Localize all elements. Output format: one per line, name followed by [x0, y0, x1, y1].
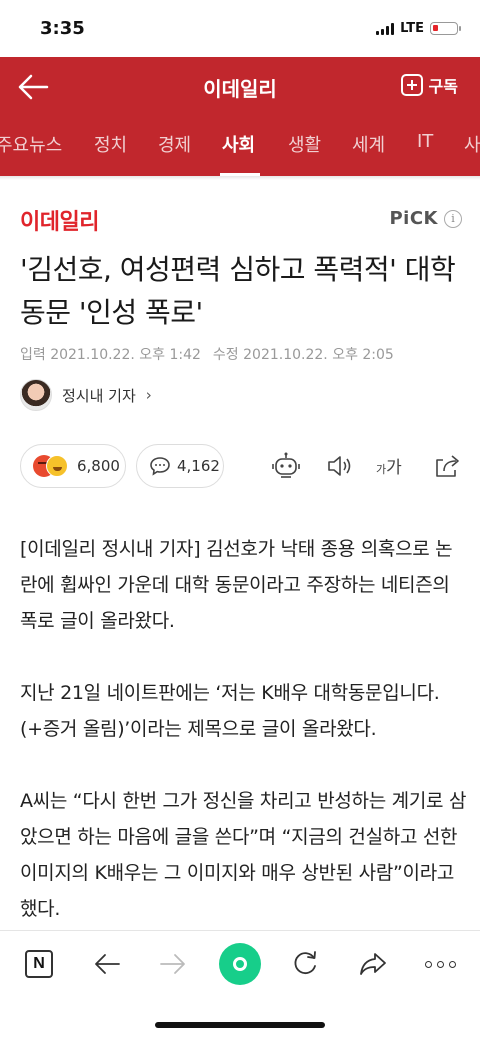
tab-it[interactable]: IT: [417, 131, 433, 152]
back-button[interactable]: [16, 71, 50, 103]
home-indicator: [155, 1022, 325, 1028]
pick-label: PiCK: [389, 208, 438, 229]
subscribe-label: 구독: [428, 77, 458, 96]
tab-main-news[interactable]: 주요뉴스: [0, 131, 62, 157]
article-paragraph: A씨는 “다시 한번 그가 정신을 차리고 반성하는 계기로 삼았으면 하는 마…: [20, 790, 467, 920]
comment-count: 4,162: [177, 457, 220, 475]
back-arrow-icon: [18, 74, 49, 100]
refresh-icon: [294, 951, 316, 975]
article-dates: 입력 2021.10.22. 오후 1:42 수정 2021.10.22. 오후…: [20, 344, 394, 364]
reaction-emoji-icons: [33, 455, 69, 477]
share-button[interactable]: [432, 452, 462, 480]
article-paragraph: 지난 21일 네이트판에는 ‘저는 K배우 대학동문입니다.(+증거 올림)’이…: [20, 682, 440, 740]
naver-n-icon: N: [25, 950, 53, 978]
robot-icon: [272, 452, 300, 478]
tab-society[interactable]: 사회: [222, 131, 255, 157]
tab-economy[interactable]: 경제: [158, 131, 191, 157]
status-bar: 3:35 LTE: [0, 0, 480, 57]
tts-robot-button[interactable]: [271, 452, 301, 480]
press-logo[interactable]: 이데일리: [20, 204, 99, 236]
comment-icon: [150, 457, 170, 476]
status-indicators: LTE: [376, 21, 461, 36]
article-paragraph: [이데일리 정시내 기자] 김선호가 낙태 종용 의혹으로 논란에 휩싸인 가운…: [20, 538, 453, 632]
forward-arrow-icon: [160, 954, 185, 974]
network-label: LTE: [400, 21, 424, 36]
category-tabs: 주요뉴스 정치 경제 사회 생활 세계 IT 사: [0, 117, 480, 176]
browser-back-button[interactable]: [90, 947, 124, 981]
speaker-icon: [328, 456, 351, 476]
app-header: 이데일리 구독: [0, 57, 480, 117]
tab-partial[interactable]: 사: [464, 131, 480, 157]
share-icon: [436, 455, 459, 477]
font-size-button[interactable]: 가가: [376, 453, 402, 478]
green-dot-button[interactable]: [219, 943, 261, 985]
green-dot-icon: [233, 957, 247, 971]
reporter-link[interactable]: 정시내 기자 ›: [20, 379, 152, 411]
modified-date: 수정 2021.10.22. 오후 2:05: [212, 347, 394, 363]
tab-politics[interactable]: 정치: [94, 131, 127, 157]
back-arrow-icon: [95, 954, 120, 974]
browser-share-button[interactable]: [356, 947, 390, 981]
reaction-button[interactable]: 6,800: [20, 444, 126, 488]
refresh-button[interactable]: [288, 947, 322, 981]
happy-emoji-icon: [46, 455, 68, 477]
font-size-big-label: 가: [386, 458, 402, 478]
chevron-right-icon: ›: [145, 386, 152, 404]
bottom-toolbar: N: [0, 930, 480, 1000]
info-icon: i: [444, 209, 462, 228]
battery-icon: [430, 22, 461, 35]
comment-button[interactable]: 4,162: [136, 444, 224, 488]
header-shadow: [0, 176, 480, 180]
published-date: 입력 2021.10.22. 오후 1:42: [20, 347, 201, 363]
reaction-count: 6,800: [77, 457, 120, 475]
audio-button[interactable]: [325, 452, 355, 480]
share-arrow-icon: [360, 953, 386, 975]
more-menu-button[interactable]: [423, 947, 457, 981]
naver-home-button[interactable]: N: [22, 947, 56, 981]
reporter-avatar: [20, 379, 52, 411]
status-time: 3:35: [40, 18, 85, 39]
tab-life[interactable]: 생활: [288, 131, 321, 157]
subscribe-button[interactable]: 구독: [400, 73, 458, 97]
browser-forward-button[interactable]: [156, 947, 190, 981]
font-size-small-label: 가: [376, 463, 387, 476]
pick-badge[interactable]: PiCK i: [389, 208, 462, 229]
signal-icon: [376, 22, 395, 35]
more-dots-icon: [424, 960, 456, 968]
tab-world[interactable]: 세계: [352, 131, 385, 157]
article-headline: '김선호, 여성편력 심하고 폭력적' 대학 동문 '인성 폭로': [20, 253, 456, 329]
reporter-name: 정시내 기자: [62, 386, 136, 405]
plus-icon: [400, 74, 423, 96]
